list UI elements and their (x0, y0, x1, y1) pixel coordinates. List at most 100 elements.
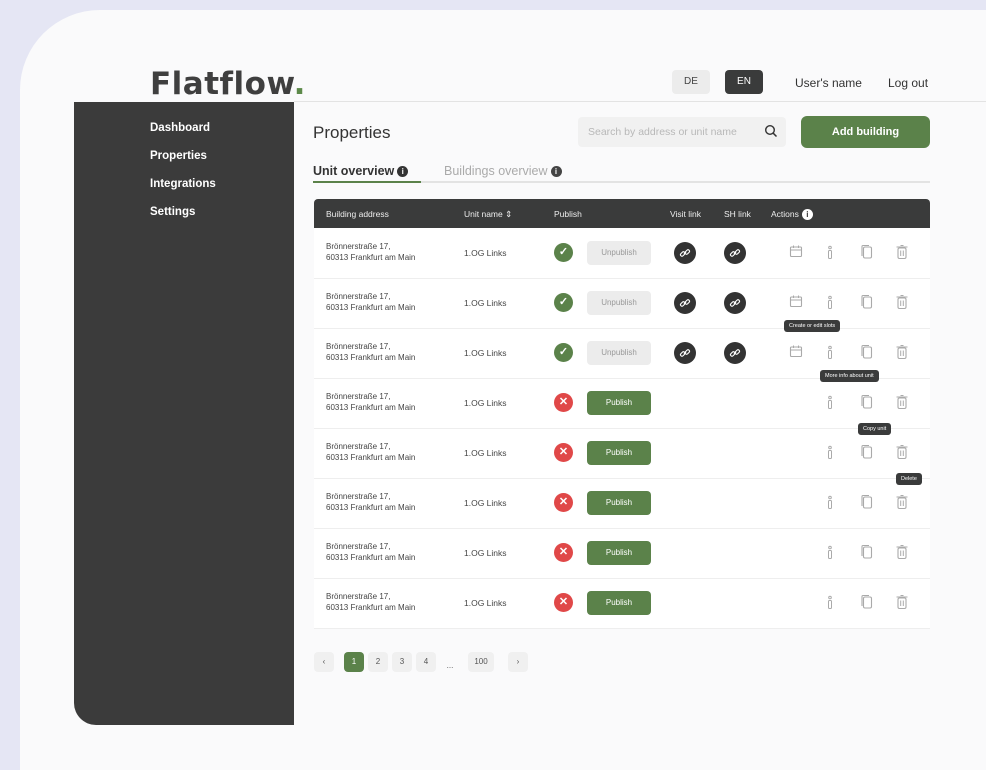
visit-link-icon[interactable] (674, 342, 696, 364)
publish-button[interactable]: Publish (587, 491, 651, 515)
delete-icon[interactable] (895, 494, 911, 512)
info-action-icon[interactable] (823, 394, 839, 412)
header-actions: Actions i (771, 209, 813, 221)
unit-name: 1.OG Links (464, 248, 507, 258)
unit-name: 1.OG Links (464, 498, 507, 508)
header-visit-link: Visit link (670, 209, 702, 219)
sidebar-item-dashboard[interactable]: Dashboard (150, 122, 210, 134)
building-address: Brönnerstraße 17, 60313 Frankfurt am Main (326, 292, 416, 312)
published-check-icon: ✓ (554, 343, 573, 362)
unpublished-x-icon: ✕ (554, 443, 573, 462)
page-title: Properties (313, 123, 391, 142)
unit-name: 1.OG Links (464, 598, 507, 608)
publish-button[interactable]: Publish (587, 441, 651, 465)
delete-icon[interactable] (895, 444, 911, 462)
logout-link[interactable]: Log out (888, 76, 928, 90)
visit-link-icon[interactable] (674, 242, 696, 264)
unpublished-x-icon: ✕ (554, 493, 573, 512)
info-action-icon[interactable] (823, 594, 839, 612)
sh-link-icon[interactable] (724, 242, 746, 264)
copy-icon[interactable] (860, 294, 876, 312)
unpublish-button[interactable]: Unpublish (587, 241, 651, 265)
tab-buildings-overview[interactable]: Buildings overview i (444, 164, 562, 178)
page-button-1[interactable]: 1 (344, 652, 364, 672)
lang-de-button[interactable]: DE (672, 70, 710, 94)
copy-icon[interactable] (860, 394, 876, 412)
tooltip-info: More info about unit (820, 370, 879, 382)
delete-icon[interactable] (895, 244, 911, 262)
publish-button[interactable]: Publish (587, 391, 651, 415)
info-action-icon[interactable] (823, 344, 839, 362)
user-name-link[interactable]: User's name (795, 76, 862, 90)
table-body: Brönnerstraße 17, 60313 Frankfurt am Main… (314, 228, 930, 629)
unpublish-button[interactable]: Unpublish (587, 291, 651, 315)
sh-link-icon[interactable] (724, 292, 746, 314)
info-action-icon[interactable] (823, 244, 839, 262)
table-header: Building address Unit name ⇕ Publish Vis… (314, 199, 930, 228)
info-action-icon[interactable] (823, 294, 839, 312)
info-icon: i (397, 166, 409, 178)
unpublished-x-icon: ✕ (554, 393, 573, 412)
tab-active-underline (313, 181, 421, 183)
copy-icon[interactable] (860, 444, 876, 462)
published-check-icon: ✓ (554, 293, 573, 312)
info-action-icon[interactable] (823, 544, 839, 562)
lang-en-button[interactable]: EN (725, 70, 763, 94)
header-divider (294, 101, 986, 102)
table-row: Brönnerstraße 17, 60313 Frankfurt am Main… (314, 578, 930, 629)
unpublish-button[interactable]: Unpublish (587, 341, 651, 365)
visit-link-icon[interactable] (674, 292, 696, 314)
unit-name: 1.OG Links (464, 348, 507, 358)
building-address: Brönnerstraße 17, 60313 Frankfurt am Main (326, 542, 416, 562)
header-sh-link: SH link (724, 209, 751, 219)
table-row: Brönnerstraße 17, 60313 Frankfurt am Main… (314, 228, 930, 279)
info-icon: i (550, 166, 562, 178)
copy-icon[interactable] (860, 494, 876, 512)
publish-button[interactable]: Publish (587, 541, 651, 565)
search-icon[interactable] (764, 124, 778, 138)
delete-icon[interactable] (895, 344, 911, 362)
calendar-icon[interactable] (789, 244, 805, 262)
copy-icon[interactable] (860, 594, 876, 612)
page-button-4[interactable]: 4 (416, 652, 436, 672)
unit-name: 1.OG Links (464, 298, 507, 308)
calendar-icon[interactable] (789, 344, 805, 362)
page-button-2[interactable]: 2 (368, 652, 388, 672)
copy-icon[interactable] (860, 544, 876, 562)
copy-icon[interactable] (860, 244, 876, 262)
tab-unit-overview[interactable]: Unit overview i (313, 164, 409, 178)
delete-icon[interactable] (895, 394, 911, 412)
delete-icon[interactable] (895, 594, 911, 612)
search-input[interactable]: Search by address or unit name (578, 117, 786, 147)
building-address: Brönnerstraße 17, 60313 Frankfurt am Main (326, 242, 416, 262)
tooltip-delete: Delete (896, 473, 922, 485)
building-address: Brönnerstraße 17, 60313 Frankfurt am Main (326, 492, 416, 512)
calendar-icon[interactable] (789, 294, 805, 312)
add-building-button[interactable]: Add building (801, 116, 930, 148)
header-unit-name[interactable]: Unit name ⇕ (464, 209, 512, 220)
next-page-button[interactable]: › (508, 652, 528, 672)
table-row: Brönnerstraße 17, 60313 Frankfurt am Main… (314, 428, 930, 479)
table-row: Brönnerstraße 17, 60313 Frankfurt am Main… (314, 528, 930, 579)
delete-icon[interactable] (895, 544, 911, 562)
info-action-icon[interactable] (823, 444, 839, 462)
sh-link-icon[interactable] (724, 342, 746, 364)
prev-page-button[interactable]: ‹ (314, 652, 334, 672)
table-row: Brönnerstraße 17, 60313 Frankfurt am Main… (314, 378, 930, 429)
sidebar-item-properties[interactable]: Properties (150, 150, 207, 162)
page-button-3[interactable]: 3 (392, 652, 412, 672)
building-address: Brönnerstraße 17, 60313 Frankfurt am Main (326, 392, 416, 412)
delete-icon[interactable] (895, 294, 911, 312)
page-button-100[interactable]: 100 (468, 652, 494, 672)
publish-button[interactable]: Publish (587, 591, 651, 615)
unit-name: 1.OG Links (464, 448, 507, 458)
building-address: Brönnerstraße 17, 60313 Frankfurt am Main (326, 342, 416, 362)
info-icon: i (801, 209, 813, 221)
sidebar-item-integrations[interactable]: Integrations (150, 178, 216, 190)
tooltip-calendar: Create or edit slots (784, 320, 841, 332)
header-address: Building address (326, 209, 389, 219)
info-action-icon[interactable] (823, 494, 839, 512)
sidebar-item-settings[interactable]: Settings (150, 206, 195, 218)
copy-icon[interactable] (860, 344, 876, 362)
search-placeholder: Search by address or unit name (588, 126, 737, 138)
